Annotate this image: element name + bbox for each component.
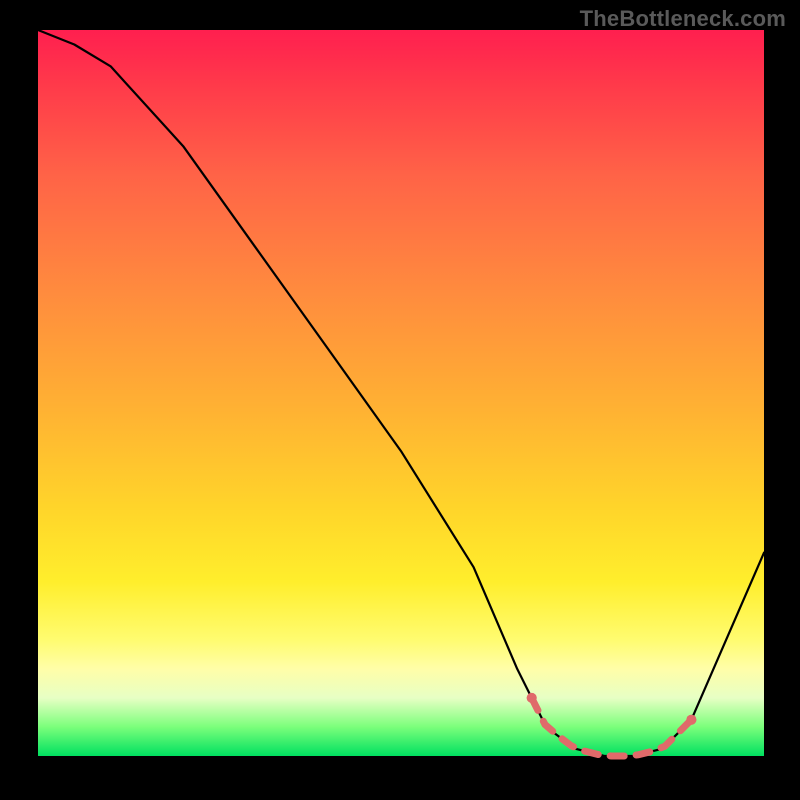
highlight-endpoints [527,693,697,725]
optimal-range-highlight [532,698,692,756]
watermark-text: TheBottleneck.com [580,6,786,32]
chart-root: { "watermark": "TheBottleneck.com", "cha… [0,0,800,800]
highlight-dot [527,693,537,703]
chart-svg [38,30,764,756]
bottleneck-curve [38,30,764,756]
plot-frame [38,30,764,756]
highlight-dot [686,715,696,725]
